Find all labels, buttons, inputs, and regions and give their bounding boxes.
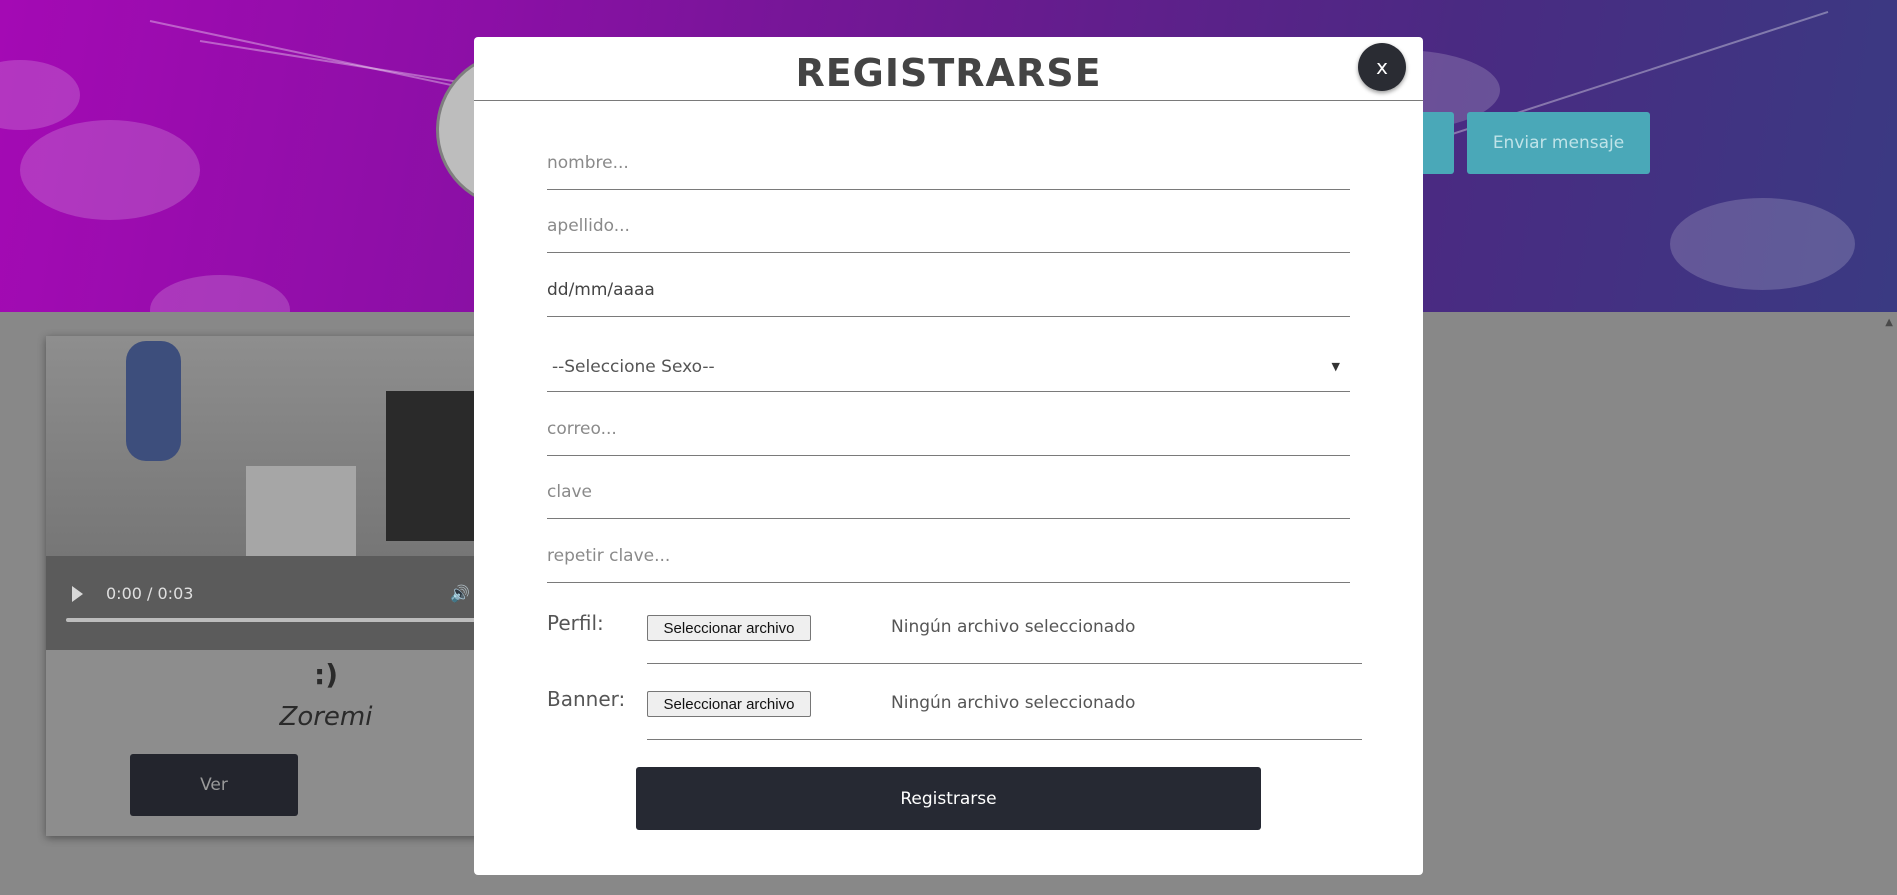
perfil-file-row: Perfil: Seleccionar archivo Ningún archi… <box>547 607 1367 667</box>
chevron-down-icon: ▼ <box>1331 360 1340 373</box>
apellido-placeholder: apellido... <box>547 216 630 236</box>
banner-file-row: Banner: Seleccionar archivo Ningún archi… <box>547 683 1367 743</box>
nombre-input[interactable]: nombre... <box>547 128 1350 190</box>
close-button[interactable]: x <box>1358 43 1406 91</box>
sexo-select[interactable]: --Seleccione Sexo-- ▼ <box>547 318 1350 392</box>
fecha-input[interactable]: dd/mm/aaaa <box>547 255 1350 317</box>
apellido-input[interactable]: apellido... <box>547 191 1350 253</box>
video-card: 0:00 / 0:03 🔊 :) Zoremi Ver <box>46 336 486 836</box>
modal-header: REGISTRARSE <box>474 37 1423 101</box>
view-button[interactable]: Ver <box>130 754 298 816</box>
clave-placeholder: clave <box>547 482 593 502</box>
banner-file-button[interactable]: Seleccionar archivo <box>647 691 811 717</box>
repetir-clave-placeholder: repetir clave... <box>547 546 671 566</box>
register-modal: REGISTRARSE x nombre... apellido... dd/m… <box>474 37 1423 875</box>
video-progress-bar[interactable] <box>66 618 486 622</box>
perfil-file-status: Ningún archivo seleccionado <box>891 617 1136 637</box>
banner-label: Banner: <box>547 687 626 711</box>
perfil-label: Perfil: <box>547 611 604 635</box>
fecha-value: dd/mm/aaaa <box>547 280 655 300</box>
video-controls: 0:00 / 0:03 🔊 <box>46 564 486 650</box>
video-time: 0:00 / 0:03 <box>106 584 194 603</box>
correo-placeholder: correo... <box>547 419 617 439</box>
send-message-button[interactable]: Enviar mensaje <box>1467 112 1650 174</box>
sexo-selected: --Seleccione Sexo-- <box>552 357 715 377</box>
repetir-clave-input[interactable]: repetir clave... <box>547 521 1350 583</box>
perfil-file-button[interactable]: Seleccionar archivo <box>647 615 811 641</box>
scroll-up-arrow-icon[interactable]: ▲ <box>1885 317 1893 328</box>
register-submit-button[interactable]: Registrarse <box>636 767 1261 830</box>
modal-title: REGISTRARSE <box>795 51 1102 95</box>
nombre-placeholder: nombre... <box>547 153 629 173</box>
video-player[interactable]: 0:00 / 0:03 🔊 <box>46 336 486 650</box>
correo-input[interactable]: correo... <box>547 394 1350 456</box>
volume-icon[interactable]: 🔊 <box>450 584 470 603</box>
play-icon[interactable] <box>72 586 83 602</box>
banner-file-status: Ningún archivo seleccionado <box>891 693 1136 713</box>
clave-input[interactable]: clave <box>547 457 1350 519</box>
